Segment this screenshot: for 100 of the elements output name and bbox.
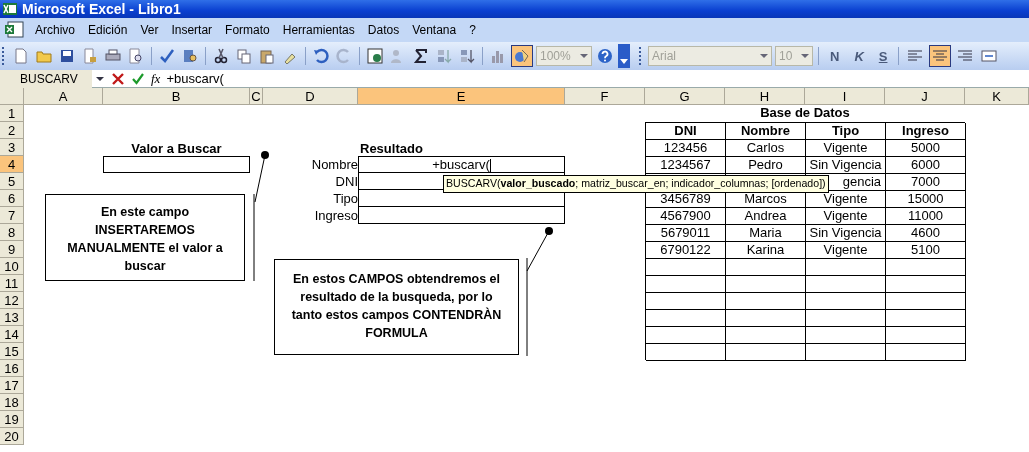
row-header[interactable]: 16 <box>0 360 24 377</box>
function-tooltip: BUSCARV(valor_buscado; matriz_buscar_en; indicador_columnas; [ordenado]) <box>443 175 829 193</box>
menu-item[interactable]: ? <box>464 23 484 37</box>
table-cell: Sin Vigencia <box>806 157 886 174</box>
row-header[interactable]: 8 <box>0 224 24 241</box>
printer-icon[interactable] <box>105 48 121 64</box>
menu-item[interactable]: Ventana <box>407 23 465 37</box>
table-cell: Vigente <box>806 242 886 259</box>
table-cell: Sin Vigencia <box>806 225 886 242</box>
table-cell: 6000 <box>886 157 966 174</box>
align-icon <box>957 48 974 64</box>
row-header[interactable]: 17 <box>0 377 24 394</box>
checkmark-icon[interactable] <box>132 72 144 85</box>
input-field[interactable] <box>358 207 565 224</box>
row-header[interactable]: 12 <box>0 292 24 309</box>
field-label: Nombre <box>311 157 358 172</box>
table-cell: 4600 <box>886 225 966 242</box>
input-field[interactable] <box>103 156 250 173</box>
row-header[interactable]: 2 <box>0 122 24 139</box>
table-cell: Andrea <box>726 208 806 225</box>
dropdown-arrow-icon[interactable] <box>96 76 104 81</box>
paste-icon[interactable] <box>259 48 275 64</box>
column-header[interactable]: J <box>885 88 965 105</box>
caret-icon <box>620 59 628 65</box>
help-icon[interactable] <box>597 48 613 64</box>
row-header[interactable]: 4 <box>0 156 24 173</box>
row-header[interactable]: 9 <box>0 241 24 258</box>
drawing-button[interactable] <box>511 45 533 67</box>
menu-item[interactable]: Archivo <box>30 23 83 37</box>
insert-function-button[interactable]: fx <box>151 70 161 87</box>
table-cell: Karina <box>726 242 806 259</box>
window-title: Microsoft Excel - Libro1 <box>22 1 181 17</box>
column-heading: DNI <box>646 123 726 140</box>
menu-item[interactable]: Edición <box>83 23 136 37</box>
text-box: En este campo INSERTAREMOS MANUALMENTE el valor a buscar <box>45 194 245 281</box>
row-header[interactable]: 13 <box>0 309 24 326</box>
row-header[interactable]: 6 <box>0 190 24 207</box>
table-cell: 5000 <box>886 140 966 157</box>
table-cell: 5100 <box>886 242 966 259</box>
sum-icon[interactable] <box>413 48 429 64</box>
table-cell: Pedro <box>726 157 806 174</box>
field-label: Ingreso <box>314 208 358 223</box>
row-header[interactable]: 1 <box>0 105 24 122</box>
merge-cells-icon[interactable] <box>981 48 998 64</box>
print-preview-icon[interactable] <box>128 48 144 64</box>
cell-text: Valor a Buscar <box>130 141 223 156</box>
menu-item[interactable]: Formato <box>220 23 278 37</box>
row-header[interactable]: 5 <box>0 173 24 190</box>
row-header[interactable]: 11 <box>0 275 24 292</box>
text-style-button[interactable]: K <box>848 48 870 64</box>
text-style-button[interactable]: N <box>824 48 846 64</box>
spelling-icon[interactable] <box>159 48 175 64</box>
undo-icon[interactable] <box>313 48 329 64</box>
menu-item[interactable]: Datos <box>362 23 408 37</box>
row-header[interactable]: 14 <box>0 326 24 343</box>
column-header[interactable]: K <box>965 88 1029 105</box>
table-cell: Vigente <box>806 208 886 225</box>
row-header[interactable]: 7 <box>0 207 24 224</box>
column-header[interactable]: H <box>725 88 805 105</box>
cell-text: Resultado <box>359 141 424 156</box>
column-header[interactable]: I <box>805 88 885 105</box>
sort-descending-icon[interactable] <box>459 48 475 64</box>
table-cell: Carlos <box>726 140 806 157</box>
table-cell: 15000 <box>886 191 966 208</box>
menu-item[interactable]: Herramientas <box>277 23 363 37</box>
column-header[interactable]: G <box>645 88 725 105</box>
row-header[interactable]: 15 <box>0 343 24 360</box>
scissors-icon[interactable] <box>213 48 229 64</box>
row-header[interactable]: 18 <box>0 394 24 411</box>
new-document-icon[interactable] <box>13 48 29 64</box>
column-header[interactable]: B <box>103 88 250 105</box>
column-header[interactable]: E <box>358 88 565 105</box>
row-header[interactable]: 3 <box>0 139 24 156</box>
align-button[interactable] <box>929 45 952 67</box>
row-header[interactable]: 10 <box>0 258 24 275</box>
toolbar-options-button[interactable] <box>618 44 630 68</box>
table-cell: 6790122 <box>646 242 726 259</box>
table-cell: Maria <box>726 225 806 242</box>
workbook-icon[interactable] <box>4 21 24 39</box>
save-icon[interactable] <box>59 48 75 64</box>
column-header[interactable]: D <box>263 88 358 105</box>
table-cell: 7000 <box>886 174 966 191</box>
field-label: Tipo <box>333 191 358 206</box>
column-heading: Tipo <box>806 123 886 140</box>
align-icon <box>932 48 949 64</box>
cancel-icon[interactable] <box>112 72 124 85</box>
text-style-button[interactable]: S <box>872 48 894 64</box>
row-header[interactable]: 19 <box>0 411 24 428</box>
column-header[interactable]: C <box>250 88 263 105</box>
row-header[interactable]: 20 <box>0 428 24 445</box>
formula-field[interactable]: +buscarv( <box>166 71 224 86</box>
table-cell: 123456 <box>646 140 726 157</box>
input-field[interactable]: +buscarv( <box>358 156 565 173</box>
menu-item[interactable]: Ver <box>135 23 167 37</box>
column-header[interactable]: F <box>565 88 645 105</box>
column-header[interactable]: A <box>24 88 103 105</box>
table-title: Base de Datos <box>759 105 851 122</box>
copy-icon[interactable] <box>236 48 252 64</box>
table-cell: Vigente <box>806 140 886 157</box>
menu-item[interactable]: Insertar <box>166 23 221 37</box>
